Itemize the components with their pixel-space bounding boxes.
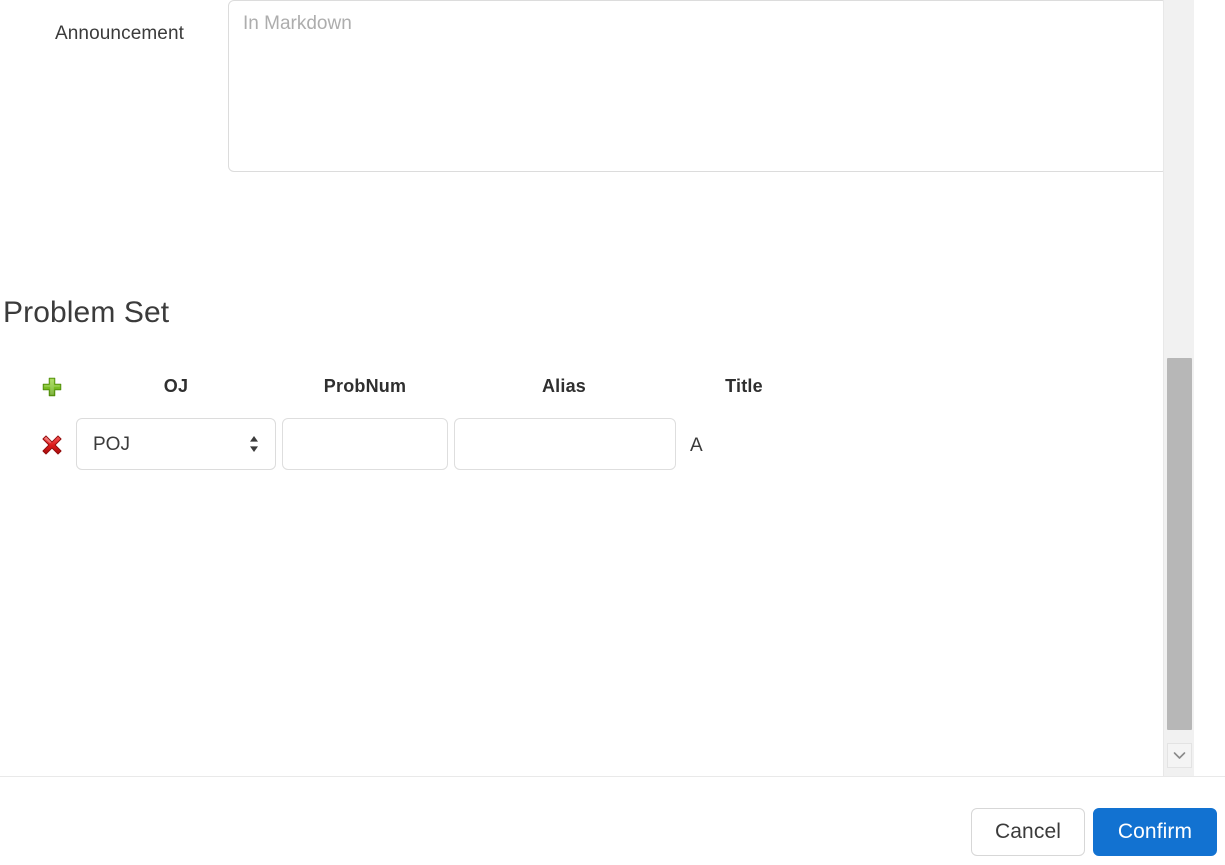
vertical-scrollbar[interactable] (1163, 0, 1194, 776)
column-header-alias: Alias (541, 376, 587, 396)
delete-row-button[interactable] (41, 434, 63, 456)
problem-set-header-row: OJ ProbNum Alias Title (0, 374, 1194, 408)
announcement-label: Announcement (54, 23, 184, 44)
oj-select[interactable]: POJ (76, 418, 276, 470)
red-x-icon[interactable] (41, 434, 63, 456)
problem-set-heading: Problem Set (3, 296, 170, 329)
modal-dialog: Announcement Problem Set (0, 0, 1225, 865)
column-header-title: Title (725, 376, 763, 396)
column-header-probnum: ProbNum (323, 376, 407, 396)
add-row-cell (34, 374, 70, 398)
scrollbar-down-button[interactable] (1167, 743, 1192, 768)
chevron-down-icon (1173, 747, 1186, 765)
alias-input[interactable] (454, 418, 676, 470)
modal-body-scroll-area[interactable]: Announcement Problem Set (0, 0, 1194, 776)
table-row: POJ A (0, 408, 1194, 470)
probnum-input[interactable] (282, 418, 448, 470)
scrollbar-thumb[interactable] (1167, 358, 1192, 730)
problem-set-table: OJ ProbNum Alias Title POJ A (0, 374, 1194, 470)
column-header-oj: OJ (163, 376, 189, 396)
confirm-button[interactable]: Confirm (1093, 808, 1217, 856)
announcement-textarea[interactable] (228, 0, 1168, 172)
problem-title-value: A (690, 435, 703, 456)
cancel-button[interactable]: Cancel (971, 808, 1085, 856)
modal-footer: Cancel Confirm (0, 776, 1225, 865)
plus-icon[interactable] (41, 376, 63, 398)
